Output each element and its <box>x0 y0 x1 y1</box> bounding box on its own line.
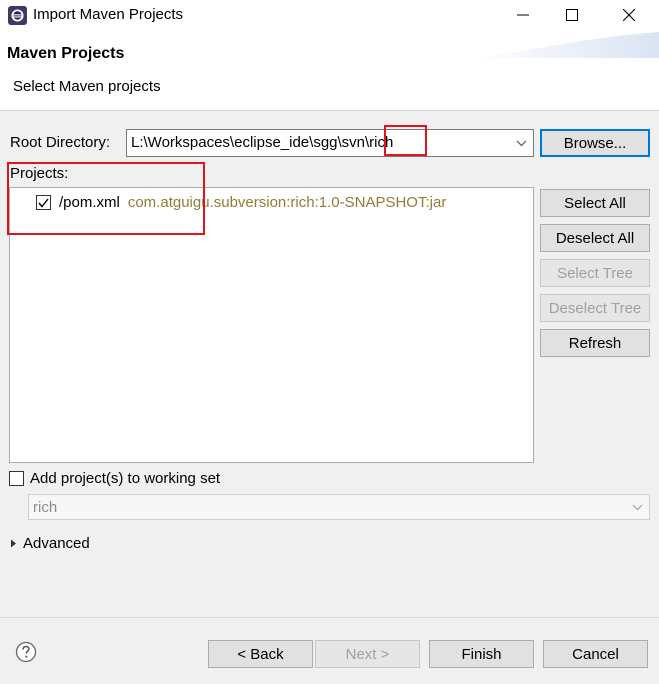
page-subtitle: Select Maven projects <box>13 78 161 95</box>
browse-button[interactable]: Browse... <box>540 129 650 157</box>
select-all-button[interactable]: Select All <box>540 189 650 217</box>
working-set-combo[interactable]: rich <box>28 494 650 520</box>
close-icon <box>623 9 635 21</box>
root-directory-combo[interactable]: L:\Workspaces\eclipse_ide\sgg\svn\rich <box>126 129 534 157</box>
finish-button[interactable]: Finish <box>429 640 534 668</box>
banner-graphic <box>469 32 659 58</box>
root-directory-label: Root Directory: <box>10 134 111 151</box>
advanced-label: Advanced <box>23 535 90 552</box>
maximize-icon <box>566 9 578 21</box>
highlight-projects <box>7 162 205 235</box>
working-set-label: Add project(s) to working set <box>30 470 221 487</box>
eclipse-icon <box>8 6 27 25</box>
window-title: Import Maven Projects <box>33 6 184 23</box>
chevron-down-icon[interactable] <box>516 140 527 147</box>
working-set-value: rich <box>33 499 58 516</box>
deselect-all-button[interactable]: Deselect All <box>540 224 650 252</box>
minimize-icon <box>517 14 529 16</box>
refresh-button[interactable]: Refresh <box>540 329 650 357</box>
working-set-row[interactable]: Add project(s) to working set <box>9 470 220 487</box>
maximize-button[interactable] <box>549 0 595 30</box>
cancel-button[interactable]: Cancel <box>543 640 648 668</box>
root-directory-value: L:\Workspaces\eclipse_ide\sgg\svn\rich <box>131 134 394 151</box>
close-button[interactable] <box>606 0 652 30</box>
chevron-right-icon <box>11 539 16 548</box>
footer-divider <box>0 617 659 618</box>
working-set-checkbox[interactable] <box>9 471 24 486</box>
next-button[interactable]: Next > <box>315 640 420 668</box>
deselect-tree-button[interactable]: Deselect Tree <box>540 294 650 322</box>
minimize-button[interactable] <box>500 0 546 30</box>
select-tree-button[interactable]: Select Tree <box>540 259 650 287</box>
back-button[interactable]: < Back <box>208 640 313 668</box>
advanced-toggle[interactable]: Advanced <box>10 535 90 552</box>
help-icon[interactable] <box>15 641 37 663</box>
header-divider <box>0 110 659 111</box>
chevron-down-icon[interactable] <box>632 504 643 511</box>
page-title: Maven Projects <box>7 45 125 62</box>
highlight-rich <box>384 125 427 156</box>
wizard-header: Maven Projects Select Maven projects <box>0 30 659 110</box>
